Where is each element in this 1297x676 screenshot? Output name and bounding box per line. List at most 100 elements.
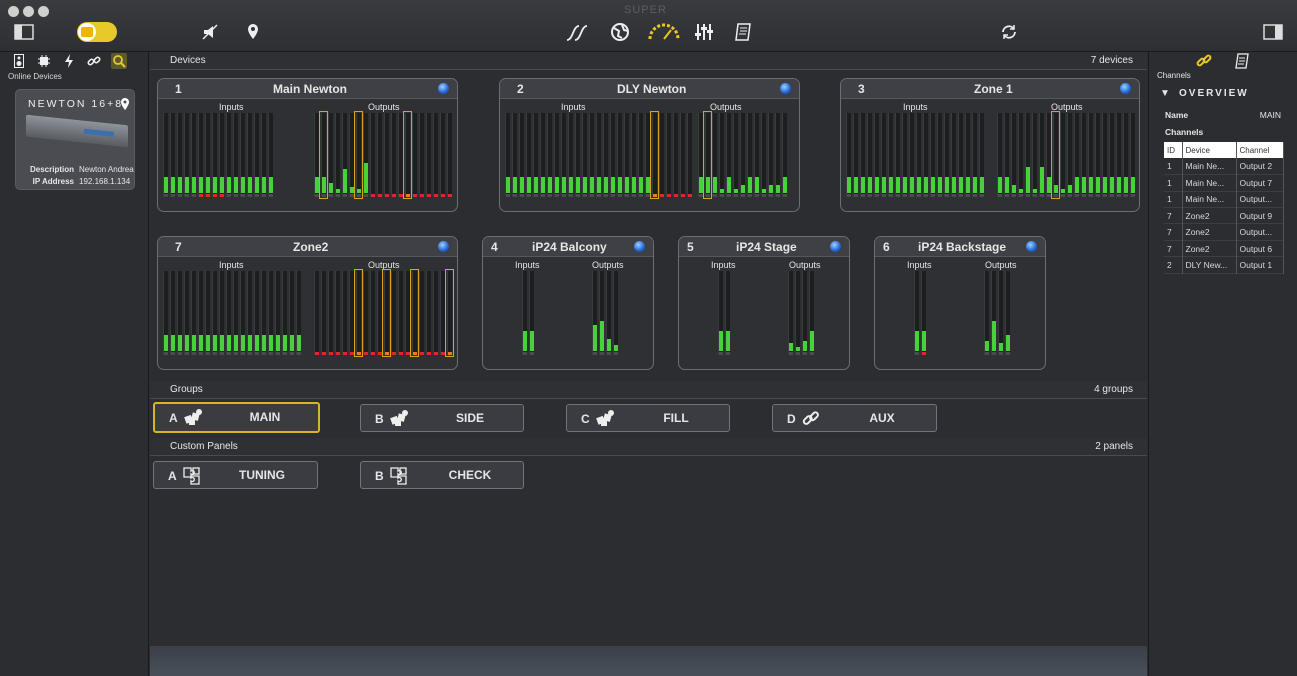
input-meter xyxy=(951,113,956,197)
chip-icon[interactable] xyxy=(36,53,52,69)
zoom-window-button[interactable] xyxy=(38,6,49,17)
output-meter xyxy=(719,113,724,197)
minimize-window-button[interactable] xyxy=(23,6,34,17)
close-window-button[interactable] xyxy=(8,6,19,17)
input-meter xyxy=(540,113,545,197)
column-header: Channel xyxy=(1236,142,1284,159)
cubes-icon xyxy=(595,409,615,429)
table-row[interactable]: 7 Zone2 Output... xyxy=(1164,223,1284,241)
device-tile[interactable]: 1 Main Newton Inputs Outputs xyxy=(157,78,458,212)
device-tile[interactable]: 7 Zone2 Inputs Outputs xyxy=(157,236,458,370)
cell-id: 7 xyxy=(1164,223,1183,241)
output-meter xyxy=(370,113,375,197)
input-meter xyxy=(191,113,196,197)
input-meter xyxy=(212,113,217,197)
input-meter xyxy=(240,271,245,355)
device-tile[interactable]: 4 iP24 Balcony Inputs Outputs xyxy=(482,236,654,370)
input-meter xyxy=(247,271,252,355)
input-meter xyxy=(631,113,636,197)
output-meter xyxy=(984,271,989,355)
cubes-icon xyxy=(389,409,409,429)
output-meter xyxy=(726,113,731,197)
document-icon[interactable] xyxy=(1235,53,1249,74)
input-meter xyxy=(219,271,224,355)
puzzle-icon xyxy=(182,466,202,486)
overview-title: OVERVIEW xyxy=(1179,88,1249,99)
input-meter xyxy=(575,113,580,197)
output-meter xyxy=(1130,113,1135,197)
right-sidebar-icon[interactable] xyxy=(1262,21,1284,43)
table-row[interactable]: 1 Main Ne... Output 2 xyxy=(1164,158,1284,175)
cell-id: 7 xyxy=(1164,207,1183,224)
input-meters xyxy=(163,271,303,355)
gauge-icon[interactable] xyxy=(648,21,680,43)
link-icon[interactable] xyxy=(86,53,102,69)
input-meter xyxy=(512,113,517,197)
document-icon[interactable] xyxy=(733,21,755,43)
online-devices-label: Online Devices xyxy=(8,72,62,81)
mute-icon[interactable] xyxy=(199,21,221,43)
output-meter xyxy=(747,113,752,197)
speaker-icon[interactable] xyxy=(11,53,27,69)
description-value: Newton Andrea xyxy=(79,165,134,174)
input-meter xyxy=(561,113,566,197)
output-meter xyxy=(740,113,745,197)
input-meter xyxy=(673,113,678,197)
group-side-button[interactable]: B SIDE xyxy=(360,404,524,432)
output-meter xyxy=(398,113,403,197)
device-tile[interactable]: 5 iP24 Stage Inputs Outputs xyxy=(678,236,850,370)
table-row[interactable]: 1 Main Ne... Output 7 xyxy=(1164,174,1284,192)
input-meters xyxy=(914,271,928,355)
overview-header[interactable]: ▼ OVERVIEW xyxy=(1149,85,1297,103)
device-tile[interactable]: 6 iP24 Backstage Inputs Outputs xyxy=(874,236,1046,370)
input-meter xyxy=(680,113,685,197)
input-meters xyxy=(505,111,694,199)
description-label: Description xyxy=(29,165,74,174)
output-meter xyxy=(370,271,375,355)
table-row[interactable]: 1 Main Ne... Output... xyxy=(1164,191,1284,208)
table-row[interactable]: 2 DLY New... Output 1 xyxy=(1164,256,1284,274)
panel-tuning-button[interactable]: A TUNING xyxy=(153,461,318,489)
output-meter xyxy=(321,271,326,355)
channels-label: Channels xyxy=(1157,71,1191,80)
output-meter xyxy=(599,271,604,355)
input-meter xyxy=(226,271,231,355)
group-aux-button[interactable]: D AUX xyxy=(772,404,937,432)
output-meter xyxy=(445,269,454,357)
link-icon[interactable] xyxy=(1196,53,1212,74)
location-icon[interactable] xyxy=(242,21,264,43)
cell-id: 2 xyxy=(1164,256,1183,274)
table-row[interactable]: 7 Zone2 Output 9 xyxy=(1164,207,1284,224)
inputs-label: Inputs xyxy=(907,260,932,270)
device-image xyxy=(26,114,128,148)
device-card[interactable]: NEWTON 16+8 Description Newton Andrea IP … xyxy=(15,89,135,190)
app-title: SUPER xyxy=(624,4,667,16)
status-led xyxy=(830,241,841,252)
input-meter xyxy=(177,113,182,197)
panel-check-button[interactable]: B CHECK xyxy=(360,461,524,489)
output-meters xyxy=(698,111,789,199)
connections-icon[interactable] xyxy=(565,21,587,43)
cell-device: Zone2 xyxy=(1182,223,1237,241)
input-meter xyxy=(958,113,963,197)
input-meter xyxy=(909,113,914,197)
output-meters xyxy=(592,271,620,355)
input-meter xyxy=(846,113,851,197)
table-row[interactable]: 7 Zone2 Output 6 xyxy=(1164,240,1284,257)
power-toggle[interactable] xyxy=(77,22,117,42)
output-meter xyxy=(788,271,793,355)
refresh-icon[interactable] xyxy=(998,21,1020,43)
mixer-icon[interactable] xyxy=(693,21,715,43)
device-tile[interactable]: 2 DLY Newton Inputs Outputs xyxy=(499,78,800,212)
group-main-button[interactable]: A MAIN xyxy=(153,402,320,433)
search-icon[interactable] xyxy=(111,53,127,69)
input-meter xyxy=(268,271,273,355)
panel-label: CHECK xyxy=(448,468,492,482)
output-meter xyxy=(775,113,780,197)
lightning-icon[interactable] xyxy=(61,53,77,69)
globe-icon[interactable] xyxy=(609,21,631,43)
group-fill-button[interactable]: C FILL xyxy=(566,404,730,432)
device-tile[interactable]: 3 Zone 1 Inputs Outputs xyxy=(840,78,1140,212)
input-meter xyxy=(916,113,921,197)
sidebar-toggle-icon[interactable] xyxy=(13,21,35,43)
